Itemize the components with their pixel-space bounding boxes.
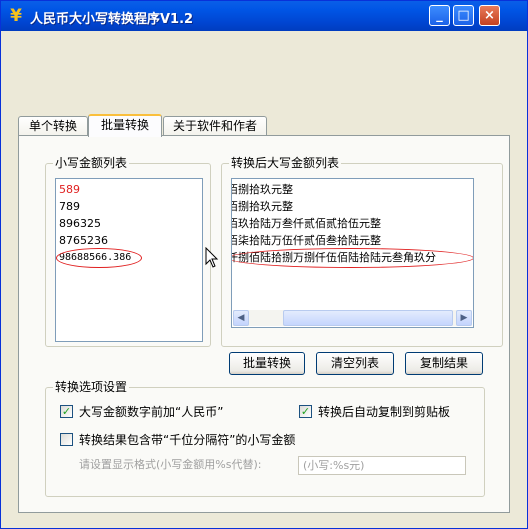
scroll-thumb[interactable]	[283, 310, 453, 326]
highlight-oval	[232, 248, 473, 268]
upper-list-title: 转换后大写金额列表	[229, 156, 342, 170]
window-title: 人民币大小写转换程序V1.2	[30, 12, 194, 27]
tab-about[interactable]: 关于软件和作者	[163, 116, 267, 136]
copy-result-button[interactable]: 复制结果	[405, 352, 483, 375]
tab-batch-convert[interactable]: 批量转换	[88, 114, 162, 137]
upper-amount-list[interactable]: 伍佰捌拾玖元整 柒佰捌拾玖元整 捌佰玖拾陆万叁仟贰佰贰拾伍元整 捌佰柒拾陆万伍仟…	[231, 178, 474, 328]
format-label: 请设置显示格式(小写金额用%s代替):	[79, 458, 262, 471]
list-item[interactable]: 589	[59, 182, 80, 198]
clear-list-button[interactable]: 清空列表	[316, 352, 394, 375]
app-window: ¥ 人民币大小写转换程序V1.2 _ □ × 单个转换 批量转换 关于软件和作者…	[0, 0, 528, 529]
checkmark-icon[interactable]: ✓	[60, 405, 73, 418]
list-item[interactable]: 789	[59, 199, 80, 215]
highlight-oval	[56, 248, 142, 268]
list-item[interactable]: 柒佰捌拾玖元整	[232, 199, 293, 215]
close-button[interactable]: ×	[479, 5, 500, 26]
list-item[interactable]: 捌佰玖拾陆万叁仟贰佰贰拾伍元整	[232, 216, 381, 232]
tab-single-convert[interactable]: 单个转换	[18, 116, 88, 136]
horizontal-scrollbar[interactable]: ◀ ▶	[233, 310, 472, 326]
title-bar[interactable]: ¥ 人民币大小写转换程序V1.2 _ □ ×	[1, 1, 527, 31]
list-item[interactable]: 8765236	[59, 233, 108, 249]
batch-convert-button[interactable]: 批量转换	[229, 352, 305, 375]
mouse-cursor-icon	[205, 247, 219, 268]
scroll-left-icon[interactable]: ◀	[233, 310, 249, 326]
options-title: 转换选项设置	[53, 380, 130, 394]
lower-amount-list[interactable]: 589 789 896325 8765236 98688566.386	[55, 178, 203, 342]
list-item[interactable]: 捌佰柒拾陆万伍仟贰佰叁拾陆元整	[232, 233, 381, 249]
checkmark-icon[interactable]: ✓	[299, 405, 312, 418]
maximize-button[interactable]: □	[453, 5, 474, 26]
checkbox-box[interactable]	[60, 433, 73, 446]
minimize-button[interactable]: _	[429, 5, 450, 26]
scroll-right-icon[interactable]: ▶	[456, 310, 472, 326]
format-input[interactable]: (小写:%s元)	[298, 456, 466, 475]
lower-list-title: 小写金额列表	[53, 156, 130, 170]
list-item[interactable]: 896325	[59, 216, 101, 232]
list-item[interactable]: 伍佰捌拾玖元整	[232, 182, 293, 198]
yen-logo-icon: ¥	[10, 6, 22, 26]
